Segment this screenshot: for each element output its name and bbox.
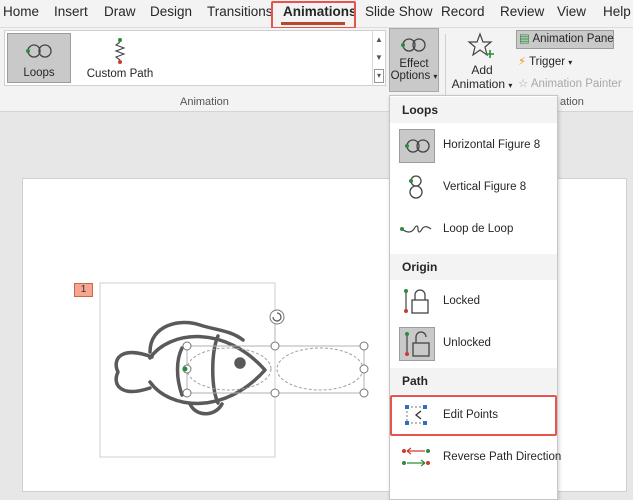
menu-item-label: Reverse Path Direction xyxy=(443,451,562,463)
menu-section-header-path: Path xyxy=(390,368,557,394)
menu-item-loop-de-loop[interactable]: Loop de Loop xyxy=(390,209,557,251)
menu-item-unlocked[interactable]: Unlocked xyxy=(390,323,557,365)
menu-item-label: Locked xyxy=(443,295,481,307)
menu-section-header-origin: Origin xyxy=(390,254,557,280)
vertical-figure-8-icon xyxy=(399,171,435,205)
menu-item-label: Loop de Loop xyxy=(443,223,514,235)
effect-options-menu: Loops Horizontal Figure 8 Vertical Figur… xyxy=(389,95,561,500)
menu-item-reverse-path-direction[interactable]: Reverse Path Direction xyxy=(390,437,561,479)
menu-item-label: Horizontal Figure 8 xyxy=(443,139,541,151)
reverse-path-direction-icon xyxy=(399,441,435,475)
menu-item-label: Unlocked xyxy=(443,337,491,349)
menu-item-vertical-figure-8[interactable]: Vertical Figure 8 xyxy=(390,167,557,209)
menu-item-horizontal-figure-8[interactable]: Horizontal Figure 8 xyxy=(390,125,557,167)
horizontal-figure-8-icon xyxy=(399,129,435,163)
locked-icon xyxy=(399,285,435,319)
menu-item-label: Vertical Figure 8 xyxy=(443,181,527,193)
edit-points-highlight xyxy=(390,395,557,436)
menu-section-header-loops: Loops xyxy=(390,97,557,123)
unlocked-icon xyxy=(399,327,435,361)
loop-de-loop-icon xyxy=(399,213,435,247)
menu-item-locked[interactable]: Locked xyxy=(390,281,557,323)
